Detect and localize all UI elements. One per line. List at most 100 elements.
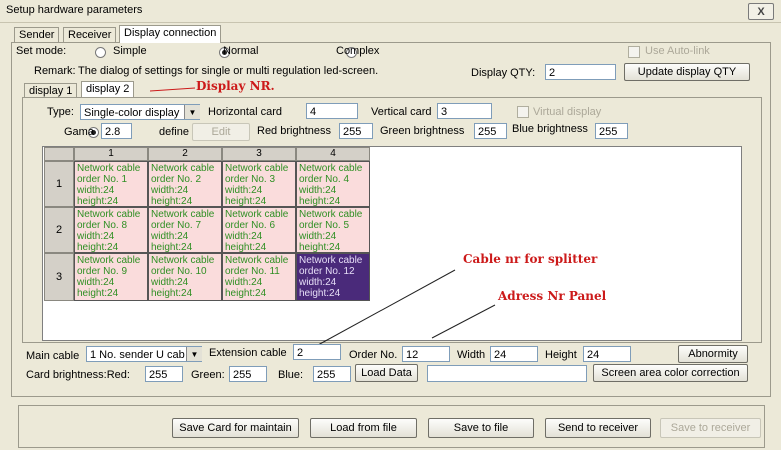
remark-text: The dialog of settings for single or mul… [78,65,379,77]
mode-simple-label[interactable]: Simple [113,45,147,57]
data-path-field[interactable] [427,365,587,382]
display-qty-field[interactable]: 2 [545,64,616,80]
cell-line: Network cable [299,209,363,220]
horizontal-card-field[interactable]: 4 [306,103,358,119]
update-display-qty-button[interactable]: Update display QTY [624,63,750,81]
grid-cell[interactable]: Network cable order No. 7 width:24 height:2… [148,207,222,253]
cell-line: height:24 [77,196,119,207]
tab-display-2[interactable]: display 2 [81,81,135,97]
cell-line: order No. 9 [77,266,128,277]
mode-normal-label[interactable]: Normal [223,45,258,57]
cell-line: width:24 [151,185,189,196]
grid-corner [44,147,74,161]
cell-line: width:24 [299,185,337,196]
gama-label[interactable]: Gama [64,126,94,138]
grid-row-header: 1 [44,161,74,207]
cell-line: order No. 1 [77,174,128,185]
save-to-file-button[interactable]: Save to file [428,418,534,438]
load-data-button[interactable]: Load Data [355,364,418,382]
tab-receiver[interactable]: Receiver [63,27,117,43]
vertical-card-field[interactable]: 3 [437,103,492,119]
cell-line: Network cable [77,163,141,174]
tab-display-connection[interactable]: Display connection [119,25,222,43]
height-label: Height [545,349,577,361]
green-brightness-field[interactable]: 255 [474,123,507,139]
edit-button[interactable]: Edit [192,123,250,141]
card-red-field[interactable]: 255 [145,366,183,382]
auto-link-checkbox[interactable] [628,46,640,58]
send-to-receiver-button[interactable]: Send to receiver [545,418,651,438]
grid-cell[interactable]: Network cable order No. 8 width:24 height:2… [74,207,148,253]
cell-line: order No. 7 [151,220,202,231]
grid-cell[interactable]: Network cable order No. 5 width:24 height:2… [296,207,370,253]
cell-line: width:24 [225,277,263,288]
type-dropdown-arrow-icon[interactable]: ▼ [184,105,200,119]
window-title: Setup hardware parameters [6,4,143,16]
type-select-value: Single-color display [84,107,180,119]
close-icon: X [757,5,765,18]
cell-line: Network cable [225,163,289,174]
virtual-display-label: Virtual display [533,106,602,118]
main-cable-select[interactable]: 1 No. sender U cab [86,346,202,362]
cell-line: Network cable [151,209,215,220]
grid-cell[interactable]: Network cable order No. 11 width:24 height:… [222,253,296,301]
red-brightness-field[interactable]: 255 [339,123,373,139]
grid-cell[interactable]: Network cable order No. 1 width:24 height:2… [74,161,148,207]
type-select[interactable]: Single-color display [80,104,200,120]
grid-cell[interactable]: Network cable order No. 4 width:24 height:2… [296,161,370,207]
tab-display-1[interactable]: display 1 [24,83,78,98]
cell-line: Network cable [77,255,141,266]
cell-line: width:24 [299,231,337,242]
adress-nr-annotation: Adress Nr Panel [498,289,607,303]
remark-label: Remark: [34,65,76,77]
grid-col-header: 3 [222,147,296,161]
cell-line: Network cable [299,163,363,174]
cell-line: width:24 [151,277,189,288]
width-field[interactable]: 24 [490,346,538,362]
screen-area-color-correction-button[interactable]: Screen area color correction [593,364,748,382]
gama-field[interactable]: 2.8 [101,123,132,139]
set-mode-label: Set mode: [16,45,67,57]
cell-line: width:24 [151,231,189,242]
cell-line: Network cable [225,255,289,266]
main-cable-dropdown-arrow-icon[interactable]: ▼ [186,347,202,361]
display-nr-annotation: Display NR. [196,79,275,93]
cell-line: order No. 10 [151,266,207,277]
card-blue-field[interactable]: 255 [313,366,351,382]
grid-col-header: 2 [148,147,222,161]
virtual-display-checkbox[interactable] [517,106,529,118]
cell-line: Network cable [151,163,215,174]
mode-simple-radio[interactable] [95,47,106,58]
cell-line: height:24 [299,196,341,207]
display-qty-label: Display QTY: [471,67,536,79]
height-field[interactable]: 24 [583,346,631,362]
save-to-receiver-button[interactable]: Save to receiver [660,418,761,438]
define-label[interactable]: define [159,126,189,138]
load-from-file-button[interactable]: Load from file [310,418,417,438]
cell-line: width:24 [225,185,263,196]
blue-brightness-field[interactable]: 255 [595,123,628,139]
order-no-field[interactable]: 12 [402,346,450,362]
cell-line: Network cable [77,209,141,220]
mode-complex-label[interactable]: Complex [336,45,379,57]
grid-cell[interactable]: Network cable order No. 2 width:24 height:2… [148,161,222,207]
grid-row-header: 3 [44,253,74,301]
grid-cell[interactable]: Network cable order No. 3 width:24 height:2… [222,161,296,207]
card-blue-label: Blue: [278,369,304,381]
order-no-label: Order No. [349,349,398,361]
tab-sender[interactable]: Sender [14,27,60,43]
close-button[interactable]: X [748,3,774,20]
card-green-field[interactable]: 255 [229,366,267,382]
extension-cable-field[interactable]: 2 [293,344,341,360]
cell-line: width:24 [225,231,263,242]
cell-line: Network cable [225,209,289,220]
abnormity-button[interactable]: Abnormity [678,345,748,363]
green-brightness-label: Green brightness [380,125,465,137]
grid-cell[interactable]: Network cable order No. 6 width:24 height:2… [222,207,296,253]
grid-cell[interactable]: Network cable order No. 9 width:24 height:2… [74,253,148,301]
grid-cell[interactable]: Network cable order No. 10 width:24 height:… [148,253,222,301]
main-cable-label: Main cable [26,350,80,362]
save-card-button[interactable]: Save Card for maintain [172,418,299,438]
cell-line: height:24 [151,242,193,253]
cable-nr-annotation: Cable nr for splitter [463,252,598,266]
